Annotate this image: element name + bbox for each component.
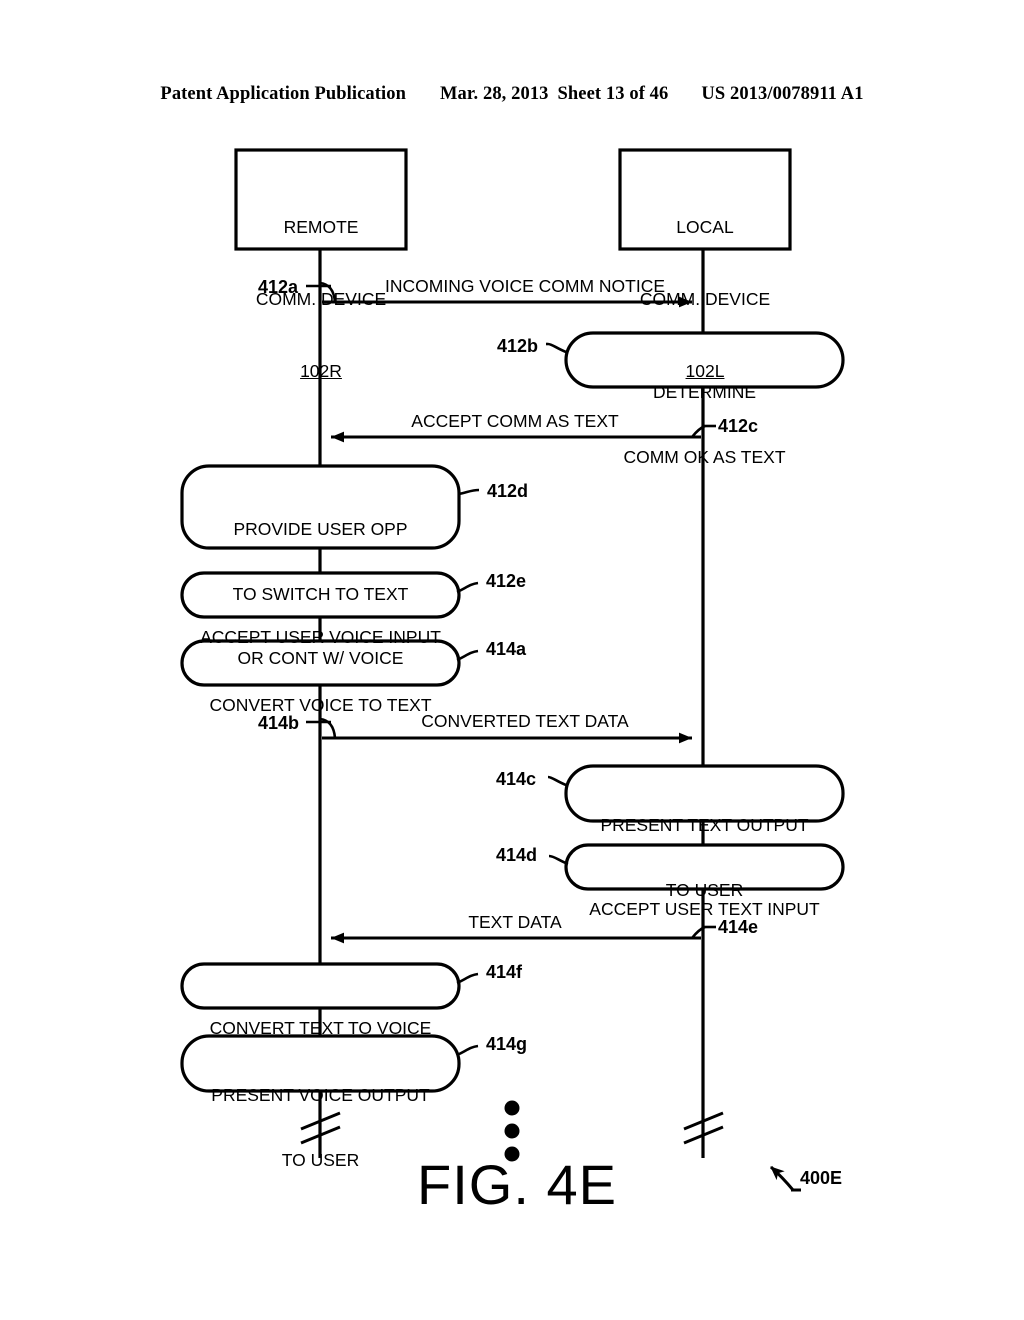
step-label-412b: DETERMINE COMM OK AS TEXT (566, 339, 843, 490)
step-ref-414f: 414f (486, 962, 523, 982)
leader-414g (456, 1044, 479, 1057)
step-ref-412b: 412b (497, 336, 539, 356)
step-ref-412e: 412e (486, 571, 527, 591)
step-ref-414d: 414d (496, 845, 538, 865)
step-414a-line-1: CONVERT VOICE TO TEXT (209, 695, 432, 715)
lifeline-remote-ref: 102R (300, 361, 342, 381)
message-ref-412a: 412a (258, 277, 299, 297)
message-label-412a: INCOMING VOICE COMM NOTICE (385, 276, 665, 296)
step-414f-line-1: CONVERT TEXT TO VOICE (209, 1018, 432, 1038)
step-412d-line-1: PROVIDE USER OPP (233, 519, 408, 539)
leader-414f (456, 972, 479, 985)
leader-414c (547, 775, 567, 787)
figure-reference-label: 400E (800, 1168, 843, 1188)
lifeline-local-title-1: LOCAL (676, 217, 734, 237)
lifeline-remote-title-1: REMOTE (283, 217, 359, 237)
leader-412e (456, 581, 479, 594)
step-ref-414g: 414g (486, 1034, 528, 1054)
step-414c-line-1: PRESENT TEXT OUTPUT (600, 815, 809, 835)
leader-414a (456, 649, 479, 662)
figure-title-text: FIG. 4E (417, 1153, 617, 1216)
step-412e-line-1: ACCEPT USER VOICE INPUT (200, 627, 441, 647)
diagram-canvas (180, 148, 845, 1192)
figure-title: FIG. 4E (0, 1152, 1024, 1217)
leader-412b (547, 342, 567, 354)
step-label-414d: ACCEPT USER TEXT INPUT (566, 856, 843, 942)
sequence-diagram (0, 0, 1024, 1320)
step-label-414a: CONVERT VOICE TO TEXT (182, 652, 459, 738)
step-412b-line-1: DETERMINE (652, 382, 757, 402)
leader-412d (458, 488, 480, 496)
step-ref-414a: 414a (486, 639, 527, 659)
step-ref-412d: 412d (487, 481, 529, 501)
step-414g-line-1: PRESENT VOICE OUTPUT (211, 1085, 430, 1105)
step-412b-line-2: COMM OK AS TEXT (623, 446, 786, 467)
step-414d-line-1: ACCEPT USER TEXT INPUT (589, 899, 820, 919)
step-ref-414c: 414c (496, 769, 537, 789)
